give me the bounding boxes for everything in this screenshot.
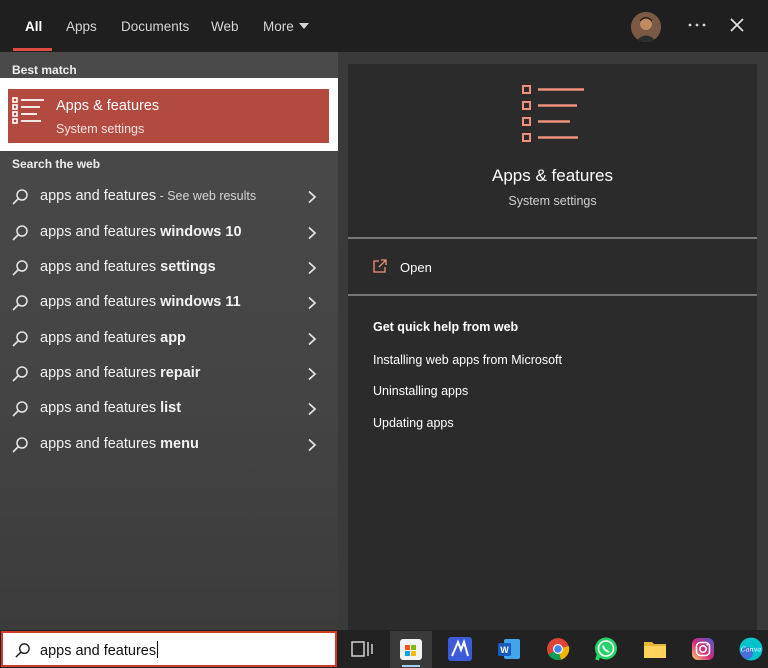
search-icon xyxy=(12,401,28,417)
svg-text:W: W xyxy=(500,645,509,655)
chevron-down-icon xyxy=(298,23,309,29)
help-link[interactable]: Installing web apps from Microsoft xyxy=(373,353,562,367)
chevron-right-icon[interactable] xyxy=(307,367,317,381)
query-suggestion: windows 11 xyxy=(160,294,241,310)
word-icon[interactable]: W xyxy=(496,636,522,662)
svg-text:Canva: Canva xyxy=(741,646,762,654)
active-tab-indicator xyxy=(13,48,52,51)
chevron-right-icon[interactable] xyxy=(307,438,317,452)
whatsapp-icon[interactable] xyxy=(593,636,619,662)
query-prefix: apps and features xyxy=(40,294,161,310)
query-suggestion: settings xyxy=(160,259,216,275)
text-cursor xyxy=(157,641,159,658)
web-result-text: apps and features list xyxy=(40,400,181,416)
tab-apps[interactable]: Apps xyxy=(66,0,97,52)
search-icon xyxy=(12,437,28,453)
tab-more-label: More xyxy=(263,19,294,34)
search-icon xyxy=(12,295,28,311)
search-icon xyxy=(12,189,28,205)
chevron-right-icon[interactable] xyxy=(307,296,317,310)
avatar[interactable] xyxy=(631,12,661,42)
search-input-value: apps and features xyxy=(40,643,157,659)
web-result-text: apps and features repair xyxy=(40,365,200,381)
tab-documents[interactable]: Documents xyxy=(121,0,189,52)
apps-features-icon xyxy=(12,97,44,124)
best-match-title: Apps & features xyxy=(56,98,160,114)
task-view-icon[interactable] xyxy=(349,636,375,662)
search-icon xyxy=(15,643,30,658)
more-options-icon[interactable] xyxy=(686,14,708,36)
search-tabs-bar: All Apps Documents Web More xyxy=(0,0,768,52)
best-match-result[interactable]: Apps & features System settings xyxy=(8,89,329,143)
query-prefix: apps and features xyxy=(40,259,161,275)
user-avatar-icon xyxy=(631,12,661,42)
query-prefix: apps and features xyxy=(40,330,161,346)
query-suggestion: list xyxy=(160,400,182,416)
chevron-right-icon[interactable] xyxy=(307,190,317,204)
active-indicator xyxy=(402,665,420,667)
chevron-right-icon[interactable] xyxy=(307,261,317,275)
web-result-row[interactable]: apps and features menu xyxy=(0,427,338,462)
open-label: Open xyxy=(400,260,432,275)
search-icon xyxy=(12,260,28,276)
web-result-text: apps and features windows 10 xyxy=(40,224,242,240)
close-icon[interactable] xyxy=(728,16,746,34)
query-suggestion: repair xyxy=(160,365,201,381)
tab-web[interactable]: Web xyxy=(211,0,239,52)
search-icon xyxy=(12,225,28,241)
preview-panel: Apps & features System settings Open Get… xyxy=(348,64,757,630)
open-external-icon xyxy=(373,259,387,273)
search-icon xyxy=(12,331,28,347)
web-result-row[interactable]: apps and features windows 11 xyxy=(0,285,338,320)
query-prefix: apps and features xyxy=(40,224,161,240)
query-suggestion: app xyxy=(160,330,186,346)
chevron-right-icon[interactable] xyxy=(307,402,317,416)
web-result-text: apps and features - See web results xyxy=(40,188,256,204)
web-result-row[interactable]: apps and features list xyxy=(0,391,338,426)
canva-icon[interactable]: Canva xyxy=(738,636,764,662)
instagram-icon[interactable] xyxy=(690,636,716,662)
query-prefix: apps and features xyxy=(40,436,161,452)
query-prefix: apps and features xyxy=(40,188,157,204)
best-match-heading: Best match xyxy=(12,63,77,77)
divider xyxy=(348,294,757,296)
apps-features-large-icon xyxy=(522,85,584,142)
search-icon xyxy=(12,366,28,382)
chevron-right-icon[interactable] xyxy=(307,332,317,346)
tab-more[interactable]: More xyxy=(263,0,309,52)
query-suggestion: menu xyxy=(160,436,199,452)
web-result-row[interactable]: apps and features app xyxy=(0,321,338,356)
divider xyxy=(348,237,757,239)
help-link[interactable]: Updating apps xyxy=(373,416,454,430)
web-result-row[interactable]: apps and features - See web results xyxy=(0,179,338,214)
help-link[interactable]: Uninstalling apps xyxy=(373,384,468,398)
search-input[interactable]: apps and features xyxy=(1,631,337,667)
query-suggestion: windows 10 xyxy=(160,224,242,240)
query-prefix: apps and features xyxy=(40,400,161,416)
web-result-row[interactable]: apps and features repair xyxy=(0,356,338,391)
chevron-right-icon[interactable] xyxy=(307,226,317,240)
query-prefix: apps and features xyxy=(40,365,161,381)
quick-help-heading: Get quick help from web xyxy=(373,320,519,334)
microsoft-store-icon[interactable] xyxy=(398,636,424,662)
best-match-subtitle: System settings xyxy=(56,122,145,136)
web-result-row[interactable]: apps and features settings xyxy=(0,250,338,285)
open-button[interactable]: Open xyxy=(348,242,757,294)
web-result-text: apps and features menu xyxy=(40,436,199,452)
web-result-text: apps and features settings xyxy=(40,259,216,275)
microsoft-app-icon[interactable] xyxy=(447,636,473,662)
query-suffix: - See web results xyxy=(156,189,257,203)
web-result-row[interactable]: apps and features windows 10 xyxy=(0,215,338,250)
web-result-text: apps and features windows 11 xyxy=(40,294,241,310)
tab-all[interactable]: All xyxy=(25,0,42,52)
web-result-text: apps and features app xyxy=(40,330,186,346)
file-explorer-icon[interactable] xyxy=(642,636,668,662)
chrome-icon[interactable] xyxy=(545,636,571,662)
preview-subtitle: System settings xyxy=(508,194,597,208)
preview-title: Apps & features xyxy=(492,166,613,185)
search-the-web-heading: Search the web xyxy=(12,157,101,171)
